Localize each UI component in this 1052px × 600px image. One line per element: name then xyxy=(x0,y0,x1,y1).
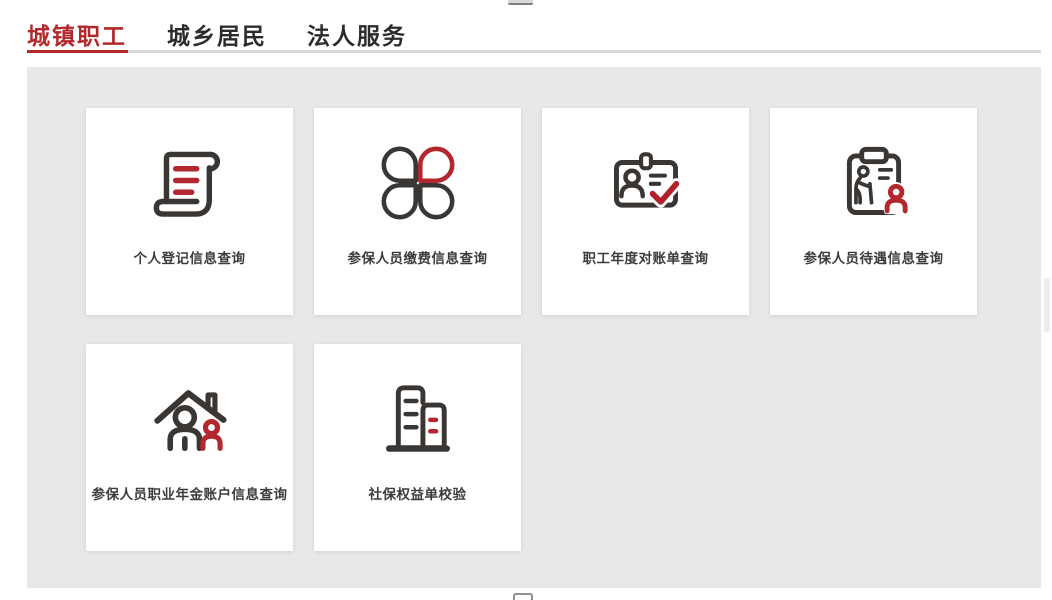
tab-legal-person-service[interactable]: 法人服务 xyxy=(307,17,407,51)
card-label: 参保人员待遇信息查询 xyxy=(774,250,973,267)
clipboard-elderly-icon xyxy=(770,140,977,226)
scroll-document-icon xyxy=(86,140,293,226)
card-label: 参保人员职业年金账户信息查询 xyxy=(90,486,289,503)
four-petals-icon xyxy=(314,140,521,226)
tab-bar: 城镇职工 城乡居民 法人服务 xyxy=(27,17,407,51)
card-personal-registration-query[interactable]: 个人登记信息查询 xyxy=(86,108,293,315)
id-badge-check-icon xyxy=(542,140,749,226)
card-occupational-pension-account-query[interactable]: 参保人员职业年金账户信息查询 xyxy=(86,344,293,551)
card-social-security-rights-verify[interactable]: 社保权益单校验 xyxy=(314,344,521,551)
buildings-icon xyxy=(314,376,521,462)
top-cutoff-element xyxy=(508,0,533,5)
card-label: 社保权益单校验 xyxy=(318,486,517,503)
card-insured-payment-query[interactable]: 参保人员缴费信息查询 xyxy=(314,108,521,315)
card-label: 职工年度对账单查询 xyxy=(546,250,745,267)
service-card-grid: 个人登记信息查询 参保人员缴费信息查询 xyxy=(86,108,977,551)
service-panel: 个人登记信息查询 参保人员缴费信息查询 xyxy=(27,67,1041,588)
card-label: 参保人员缴费信息查询 xyxy=(318,250,517,267)
bottom-cutoff-element xyxy=(513,593,533,600)
card-label: 个人登记信息查询 xyxy=(90,250,289,267)
card-insured-benefits-query[interactable]: 参保人员待遇信息查询 xyxy=(770,108,977,315)
page: 城镇职工 城乡居民 法人服务 xyxy=(0,0,1052,600)
active-tab-underline xyxy=(27,50,128,53)
card-annual-statement-query[interactable]: 职工年度对账单查询 xyxy=(542,108,749,315)
tab-urban-rural-resident[interactable]: 城乡居民 xyxy=(167,17,267,51)
house-people-icon xyxy=(86,376,293,462)
tab-urban-employee[interactable]: 城镇职工 xyxy=(27,17,127,51)
tab-divider xyxy=(27,50,1041,53)
scrollbar-thumb[interactable] xyxy=(1044,278,1050,332)
